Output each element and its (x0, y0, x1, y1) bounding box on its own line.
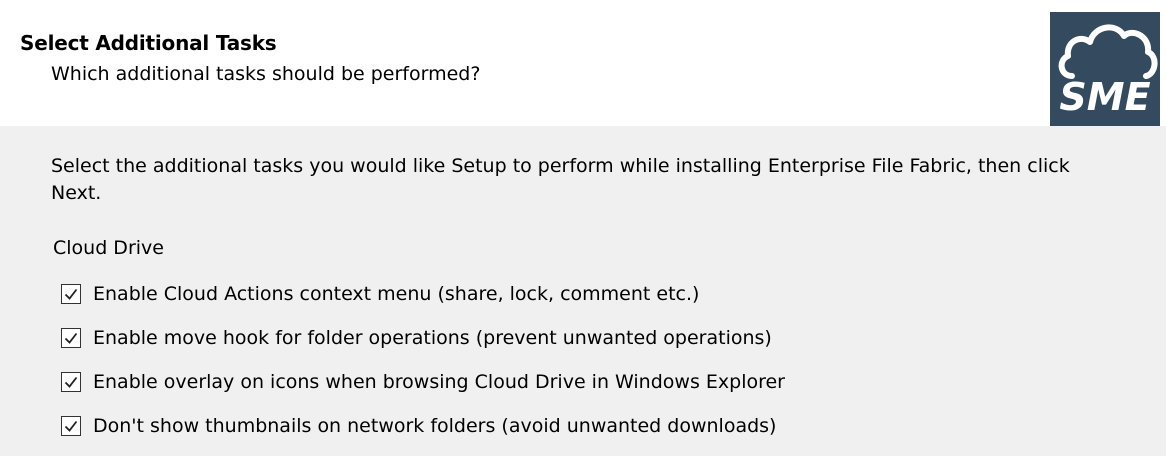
logo-text: SME (1059, 75, 1150, 119)
task-checkbox[interactable] (61, 328, 81, 348)
task-item-cloud-actions[interactable]: Enable Cloud Actions context menu (share… (61, 280, 785, 324)
task-checkbox[interactable] (61, 416, 81, 436)
task-label: Enable overlay on icons when browsing Cl… (93, 371, 785, 393)
page-subtitle: Which additional tasks should be perform… (51, 63, 481, 85)
checkmark-icon (64, 332, 78, 344)
sme-logo: SME (1050, 12, 1160, 126)
task-item-move-hook[interactable]: Enable move hook for folder operations (… (61, 324, 785, 368)
page-title: Select Additional Tasks (20, 31, 277, 55)
task-checkbox[interactable] (61, 372, 81, 392)
checkmark-icon (64, 376, 78, 388)
task-list: Enable Cloud Actions context menu (share… (61, 280, 785, 456)
task-checkbox[interactable] (61, 284, 81, 304)
task-label: Enable move hook for folder operations (… (93, 327, 772, 349)
checkmark-icon (64, 420, 78, 432)
task-label: Enable Cloud Actions context menu (share… (93, 283, 700, 305)
checkmark-icon (64, 288, 78, 300)
task-label: Don't show thumbnails on network folders… (93, 415, 777, 437)
task-item-overlay-icons[interactable]: Enable overlay on icons when browsing Cl… (61, 368, 785, 412)
group-label-cloud-drive: Cloud Drive (53, 237, 164, 259)
cloud-icon: SME (1058, 24, 1158, 119)
instructions-text: Select the additional tasks you would li… (51, 155, 1070, 204)
task-item-no-thumbnails[interactable]: Don't show thumbnails on network folders… (61, 412, 785, 456)
